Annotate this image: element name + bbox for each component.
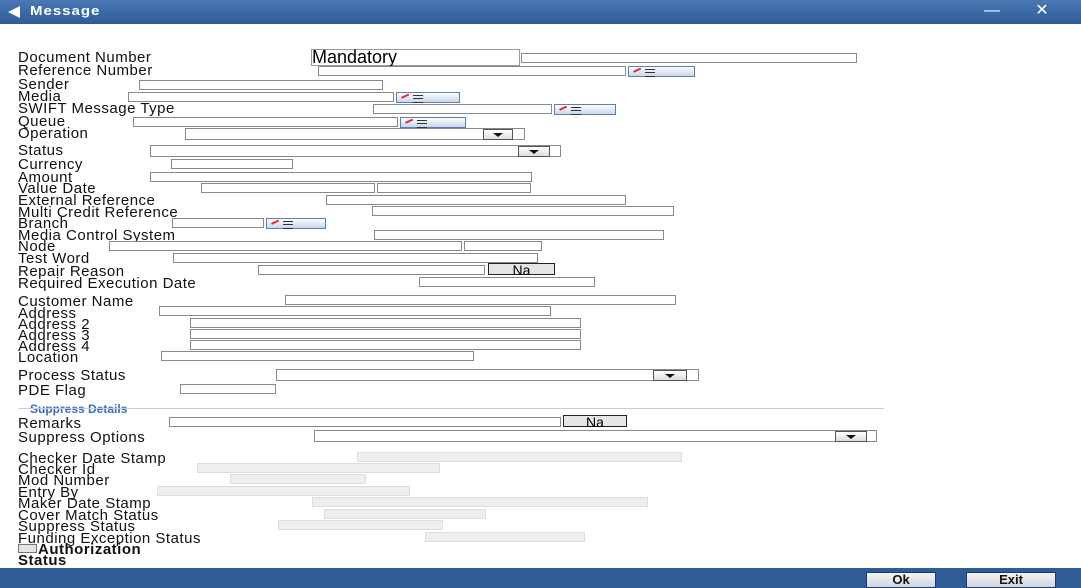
chevron-down-icon xyxy=(493,133,503,137)
customer-name-input[interactable] xyxy=(285,295,676,305)
pde-flag-input[interactable] xyxy=(180,384,276,394)
media-lov-button[interactable] xyxy=(396,92,460,103)
node-extra-field[interactable] xyxy=(464,241,542,251)
address-1-input[interactable] xyxy=(159,306,551,316)
sender-input[interactable] xyxy=(139,80,383,90)
entry-by-field xyxy=(157,486,410,496)
cover-match-status-field xyxy=(324,509,486,519)
chevron-down-icon xyxy=(665,374,675,378)
queue-input[interactable] xyxy=(133,117,398,127)
process-status-dropdown-button[interactable] xyxy=(653,370,687,381)
exit-button[interactable]: Exit xyxy=(966,572,1056,588)
queue-lov-button[interactable] xyxy=(400,117,466,128)
suppress-details-heading: Suppress Details xyxy=(30,402,128,416)
list-icon xyxy=(283,221,293,229)
status-select[interactable] xyxy=(150,145,561,157)
location-label: Location xyxy=(18,349,79,366)
suppress-options-dropdown-button[interactable] xyxy=(835,431,867,442)
checker-id-field xyxy=(197,463,440,473)
branch-input[interactable] xyxy=(172,218,264,228)
external-reference-input[interactable] xyxy=(326,195,626,205)
list-icon xyxy=(571,107,581,115)
swift-message-type-lov-button[interactable] xyxy=(554,104,616,115)
test-word-input[interactable] xyxy=(173,253,538,263)
window-menu-icon[interactable] xyxy=(8,6,20,18)
operation-dropdown-button[interactable] xyxy=(483,129,513,140)
document-number-input[interactable]: Mandatory xyxy=(311,48,520,66)
lov-arrow-icon xyxy=(271,219,281,229)
required-execution-date-input[interactable] xyxy=(419,277,595,287)
branch-lov-button[interactable] xyxy=(266,218,326,229)
value-date-input[interactable] xyxy=(201,183,375,193)
checker-date-stamp-field xyxy=(357,452,682,462)
section-divider xyxy=(18,408,884,409)
document-number-extra-field[interactable] xyxy=(521,53,857,63)
window-title: Message xyxy=(30,4,101,19)
list-icon xyxy=(417,120,427,128)
suppress-status-field xyxy=(278,520,443,530)
remarks-na-button[interactable]: Na xyxy=(563,415,627,429)
pde-flag-label: PDE Flag xyxy=(18,382,87,399)
list-icon xyxy=(645,69,655,77)
lov-arrow-icon xyxy=(633,67,643,77)
location-input[interactable] xyxy=(161,351,474,361)
address-2-input[interactable] xyxy=(190,318,581,328)
reference-number-lov-button[interactable] xyxy=(628,66,695,77)
address-4-input[interactable] xyxy=(190,340,581,350)
address-3-input[interactable] xyxy=(190,329,581,339)
repair-reason-na-button[interactable]: Na xyxy=(488,263,555,277)
title-bar: Message — ✕ xyxy=(0,0,1081,24)
required-execution-date-label: Required Execution Date xyxy=(18,275,197,292)
mod-number-field xyxy=(230,474,366,484)
close-button[interactable]: ✕ xyxy=(1030,2,1054,20)
suppress-options-label: Suppress Options xyxy=(18,429,146,446)
swift-message-type-input[interactable] xyxy=(373,104,552,114)
process-status-select[interactable] xyxy=(276,369,699,381)
status-dropdown-button[interactable] xyxy=(518,146,550,157)
operation-label: Operation xyxy=(18,125,89,142)
value-date-extra-field[interactable] xyxy=(377,183,531,193)
list-icon xyxy=(413,95,423,103)
minimize-button[interactable]: — xyxy=(980,2,1004,20)
repair-reason-input[interactable] xyxy=(258,265,485,275)
node-input[interactable] xyxy=(109,241,462,251)
lov-arrow-icon xyxy=(405,118,415,128)
multi-credit-reference-input[interactable] xyxy=(372,206,674,216)
funding-exception-status-field xyxy=(425,532,585,542)
remarks-input[interactable] xyxy=(169,417,561,427)
operation-select[interactable] xyxy=(185,128,525,140)
chevron-down-icon xyxy=(529,150,539,154)
currency-input[interactable] xyxy=(171,159,293,169)
reference-number-input[interactable] xyxy=(318,66,626,76)
suppress-options-select[interactable] xyxy=(314,430,877,442)
maker-date-stamp-field xyxy=(312,497,648,507)
process-status-label: Process Status xyxy=(18,367,126,384)
authorization-status-label: Status xyxy=(18,552,67,569)
media-control-system-input[interactable] xyxy=(374,230,664,240)
lov-arrow-icon xyxy=(559,105,569,115)
lov-arrow-icon xyxy=(401,93,411,103)
ok-button[interactable]: Ok xyxy=(866,572,936,588)
chevron-down-icon xyxy=(846,435,856,439)
amount-input[interactable] xyxy=(150,172,532,182)
